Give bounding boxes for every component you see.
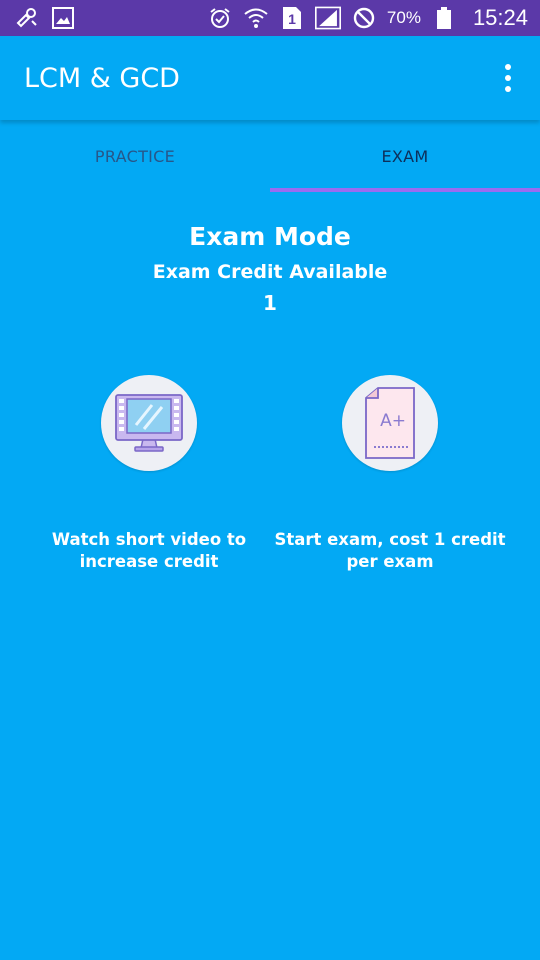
exam-credit-value: 1	[263, 291, 277, 315]
status-bar: 1 70% 15:24	[0, 0, 540, 36]
usb-tools-icon	[14, 5, 40, 31]
sim-slot-number: 1	[288, 11, 296, 27]
clock: 15:24	[472, 5, 528, 30]
battery-icon	[431, 5, 457, 31]
battery-percent: 70%	[386, 8, 421, 27]
tab-exam-label: EXAM	[381, 146, 429, 166]
start-exam-caption: Start exam, cost 1 credit per exam	[274, 530, 506, 571]
gallery-icon	[50, 5, 76, 31]
wifi-icon	[243, 5, 269, 31]
alarm-icon	[207, 5, 233, 31]
grade-paper-icon: A+	[365, 387, 415, 459]
sim-icon: 1	[279, 5, 305, 31]
do-not-disturb-icon	[351, 5, 377, 31]
exam-credit-label: Exam Credit Available	[152, 261, 388, 283]
status-right-icons: 1 70% 15:24	[207, 5, 528, 31]
tab-practice-label: PRACTICE	[94, 146, 176, 166]
overflow-menu-icon[interactable]	[494, 58, 522, 98]
tab-bar: PRACTICE EXAM	[0, 120, 540, 192]
watch-video-caption: Watch short video to increase credit	[51, 530, 247, 571]
exam-mode-title: Exam Mode	[189, 222, 351, 251]
start-exam-button[interactable]: A+	[342, 375, 438, 471]
grade-text: A+	[380, 411, 406, 431]
app-title: LCM & GCD	[24, 62, 180, 94]
monitor-icon	[115, 394, 183, 452]
tab-indicator	[270, 188, 540, 192]
status-left-icons	[14, 5, 76, 31]
signal-icon	[314, 5, 341, 31]
tab-practice[interactable]: PRACTICE	[0, 120, 270, 192]
watch-video-button[interactable]	[101, 375, 197, 471]
tab-exam[interactable]: EXAM	[270, 120, 540, 192]
app-bar: LCM & GCD	[0, 36, 540, 120]
